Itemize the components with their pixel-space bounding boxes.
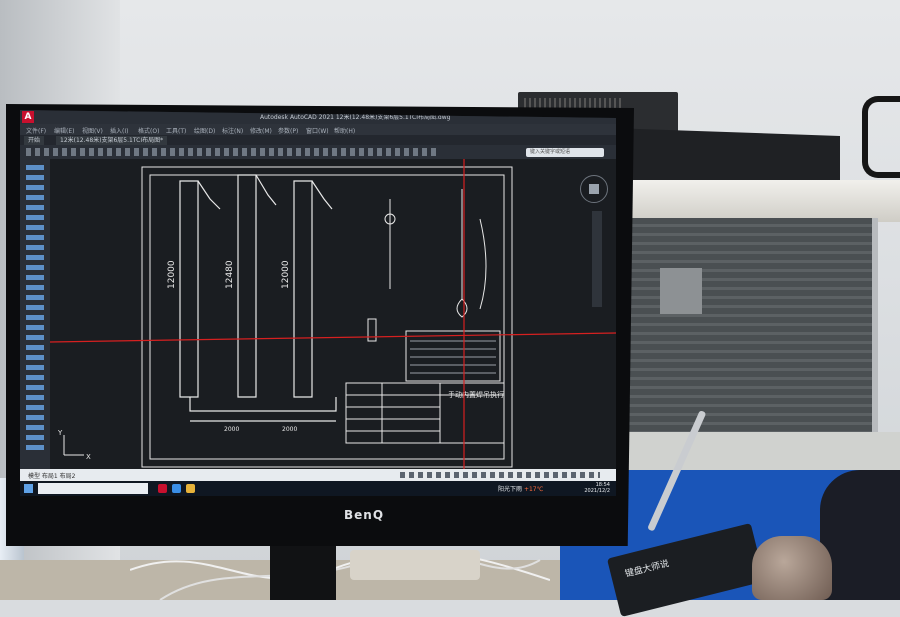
tab-start[interactable]: 开始: [24, 136, 45, 145]
blinds-panel: [660, 268, 702, 314]
menu-modify[interactable]: 修改(M): [250, 126, 272, 135]
viewcube-face[interactable]: [589, 184, 599, 194]
crosshair-horizontal: [49, 332, 616, 343]
drawing-canvas[interactable]: 12000 12480 12000 2000 2000 手动内置焊吊执行 Y X: [49, 159, 616, 469]
menu-help[interactable]: 帮助(H): [334, 126, 355, 135]
browser-task-icon[interactable]: [172, 484, 181, 493]
status-bar: 模型 布局1 布局2: [20, 469, 616, 481]
title-block: 手动内置焊吊执行: [345, 382, 505, 444]
viewcube[interactable]: [580, 175, 608, 203]
eyeglasses: [862, 96, 900, 178]
notes-block: [405, 330, 501, 382]
partition-rail: [610, 180, 900, 222]
file-tabs: 开始 12米(12.48米)支架6层5.1TCI布局图*: [20, 135, 616, 145]
column-heights: 12000 12480 12000: [167, 260, 291, 289]
tool-palette: [20, 159, 50, 469]
dim-label-2: 2000: [282, 426, 297, 433]
taskbar-search[interactable]: [38, 483, 148, 494]
menu-parameter[interactable]: 参数(P): [278, 126, 298, 135]
keyboard-label: 键盘大师说: [624, 559, 671, 580]
menu-edit[interactable]: 编辑(E): [54, 126, 74, 135]
weather-text: 阳光下雨: [498, 486, 523, 493]
clock-date: 2021/12/2: [584, 488, 610, 494]
layout-tabs[interactable]: 模型 布局1 布局2: [28, 471, 75, 480]
ucs-icon: [63, 435, 84, 456]
menu-file[interactable]: 文件(F): [26, 126, 46, 135]
toolbar-icons[interactable]: [26, 148, 436, 156]
cables: [130, 550, 550, 600]
height-label-3: 12000: [281, 260, 291, 289]
cad-drawing: 12000 12480 12000 2000 2000 手动内置焊吊执行 Y X: [49, 159, 616, 469]
menu-insert[interactable]: 插入(I): [110, 126, 128, 135]
system-clock[interactable]: 18:54 2021/12/2: [584, 482, 610, 494]
palette-icons[interactable]: [26, 165, 44, 455]
search-input[interactable]: 键入关键字或短语: [526, 148, 604, 157]
inner-border: [149, 174, 505, 460]
menu-tools[interactable]: 工具(T): [166, 126, 186, 135]
menu-draw[interactable]: 绘图(D): [194, 126, 215, 135]
menu-format[interactable]: 格式(O): [138, 126, 159, 135]
windows-taskbar: 阳光下雨 +17℃ 18:54 2021/12/2: [20, 481, 616, 496]
menu-window[interactable]: 窗口(W): [306, 126, 329, 135]
hanger-details: [367, 189, 487, 342]
weather-widget[interactable]: 阳光下雨 +17℃: [498, 484, 543, 493]
columns: [179, 174, 337, 422]
app-logo-icon[interactable]: A: [22, 111, 34, 123]
person-arm: [820, 470, 900, 600]
menu-dimension[interactable]: 标注(N): [222, 126, 243, 135]
window-blinds: [610, 218, 878, 446]
height-label-1: 12000: [167, 260, 177, 289]
monitor-logo: BenQ: [344, 508, 385, 522]
dim-bottom: 2000 2000: [224, 426, 297, 433]
weather-temperature: +17℃: [523, 486, 544, 493]
ucs-x-label: X: [86, 453, 91, 461]
menu-view[interactable]: 视图(V): [82, 126, 103, 135]
title-block-text: 手动内置焊吊执行: [448, 390, 504, 399]
folder-task-icon[interactable]: [186, 484, 195, 493]
windows-start-icon[interactable]: [24, 484, 33, 493]
height-label-2: 12480: [225, 260, 235, 289]
navigation-bar[interactable]: [592, 211, 602, 307]
gloved-hand: [752, 536, 832, 600]
autocad-task-icon[interactable]: [158, 484, 167, 493]
tab-drawing[interactable]: 12米(12.48米)支架6层5.1TCI布局图*: [56, 136, 168, 145]
dim-label-1: 2000: [224, 426, 239, 433]
ucs-y-label: Y: [57, 429, 63, 437]
status-toggles[interactable]: [400, 472, 600, 478]
screen: A Autodesk AutoCAD 2021 12米(12.48米)支架6层5…: [20, 110, 616, 496]
menu-bar: 文件(F) 编辑(E) 视图(V) 插入(I) 格式(O) 工具(T) 绘图(D…: [20, 124, 616, 135]
